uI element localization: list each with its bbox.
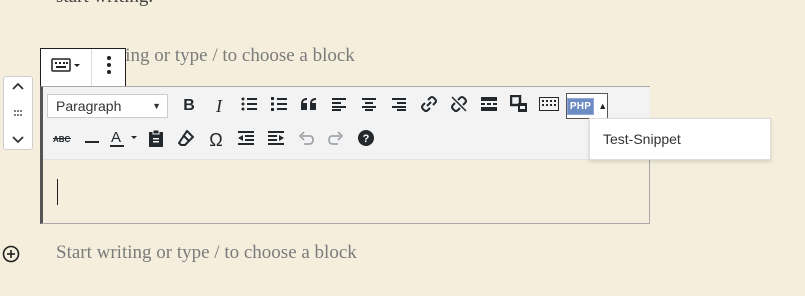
vertical-ellipsis-icon [106,55,112,80]
code-icon [509,94,528,118]
horizontal-line-button[interactable] [77,126,107,154]
strikethrough-icon: ABC [53,131,71,149]
toolbar-row-1: Paragraph ▼ B I PHP ▲ [47,92,608,120]
quote-icon [301,97,317,115]
top-text: start writing. [56,0,153,8]
decrease-indent-button[interactable] [231,126,261,154]
svg-text:A: A [111,129,121,146]
align-center-button[interactable] [354,92,384,120]
tinymce-toolbar: Paragraph ▼ B I PHP ▲ ABC A Ω ? [43,87,650,160]
read-more-button[interactable] [474,92,504,120]
bullet-list-button[interactable] [234,92,264,120]
undo-button[interactable] [291,126,321,154]
numbered-list-icon [271,96,287,116]
numbered-list-button[interactable] [264,92,294,120]
outdent-icon [238,130,254,150]
text-color-button[interactable]: A [107,126,141,154]
php-icon: PHP [566,97,595,115]
increase-indent-button[interactable] [261,126,291,154]
insert-code-button[interactable] [504,92,534,120]
plus-circle-icon [2,245,20,267]
indent-icon [268,130,284,150]
align-center-icon [362,97,376,116]
clipboard-icon [148,129,164,152]
align-right-icon [392,97,406,116]
align-left-icon [332,97,346,116]
svg-text:?: ? [363,133,370,145]
editor-content-area[interactable] [43,159,650,223]
paste-as-text-button[interactable] [141,126,171,154]
format-select[interactable]: Paragraph ▼ [47,94,168,118]
toolbar-toggle-button[interactable] [534,92,564,120]
add-block-button[interactable] [2,245,20,268]
unlink-icon [450,95,468,118]
bullet-list-icon [241,97,257,116]
eraser-icon [177,128,195,151]
snippet-menu-item[interactable]: Test-Snippet [590,131,681,147]
special-character-button[interactable]: Ω [201,126,231,154]
chevron-down-icon[interactable] [11,135,25,145]
italic-icon: I [216,95,222,116]
more-options-button[interactable] [92,49,125,86]
chevron-up-icon[interactable] [11,81,25,91]
toolbar-row-2: ABC A Ω ? [47,126,381,154]
undo-icon [298,130,314,150]
keyboard-icon [538,95,560,116]
svg-text:ABC: ABC [53,135,71,144]
strikethrough-button[interactable]: ABC [47,126,77,154]
bold-button[interactable]: B [174,92,204,120]
redo-icon [328,130,344,150]
block-placeholder[interactable]: Start writing or type / to choose a bloc… [56,242,357,264]
help-icon: ? [358,129,374,151]
read-more-icon [481,96,497,116]
snippet-dropdown-menu: Test-Snippet [589,118,771,160]
caret-up-icon: ▲ [598,101,608,111]
classic-editor-block: Paragraph ▼ B I PHP ▲ ABC A Ω ? [40,86,650,224]
redo-button[interactable] [321,126,351,154]
unlink-button[interactable] [444,92,474,120]
blockquote-button[interactable] [294,92,324,120]
block-toolbar [40,48,126,86]
text-cursor [57,179,58,205]
format-select-value: Paragraph [56,98,122,114]
clear-formatting-button[interactable] [171,126,201,154]
insert-link-button[interactable] [414,92,444,120]
block-switcher-button[interactable] [41,49,92,86]
align-right-button[interactable] [384,92,414,120]
horizontal-line-icon [85,131,99,149]
bold-icon: B [183,97,195,114]
keyboard-shortcuts-button[interactable]: ? [351,126,381,154]
drag-handle-icon[interactable] [13,109,23,117]
block-mover [3,76,33,150]
omega-icon: Ω [209,129,223,150]
align-left-button[interactable] [324,92,354,120]
text-color-icon: A [109,128,139,153]
php-snippet-button[interactable]: PHP ▲ [566,93,608,119]
caret-down-icon: ▼ [152,101,161,111]
block-placeholder-partial[interactable]: ting or type / to choose a block [120,45,355,67]
italic-button[interactable]: I [204,92,234,120]
link-icon [420,95,438,118]
keyboard-icon [51,57,81,78]
